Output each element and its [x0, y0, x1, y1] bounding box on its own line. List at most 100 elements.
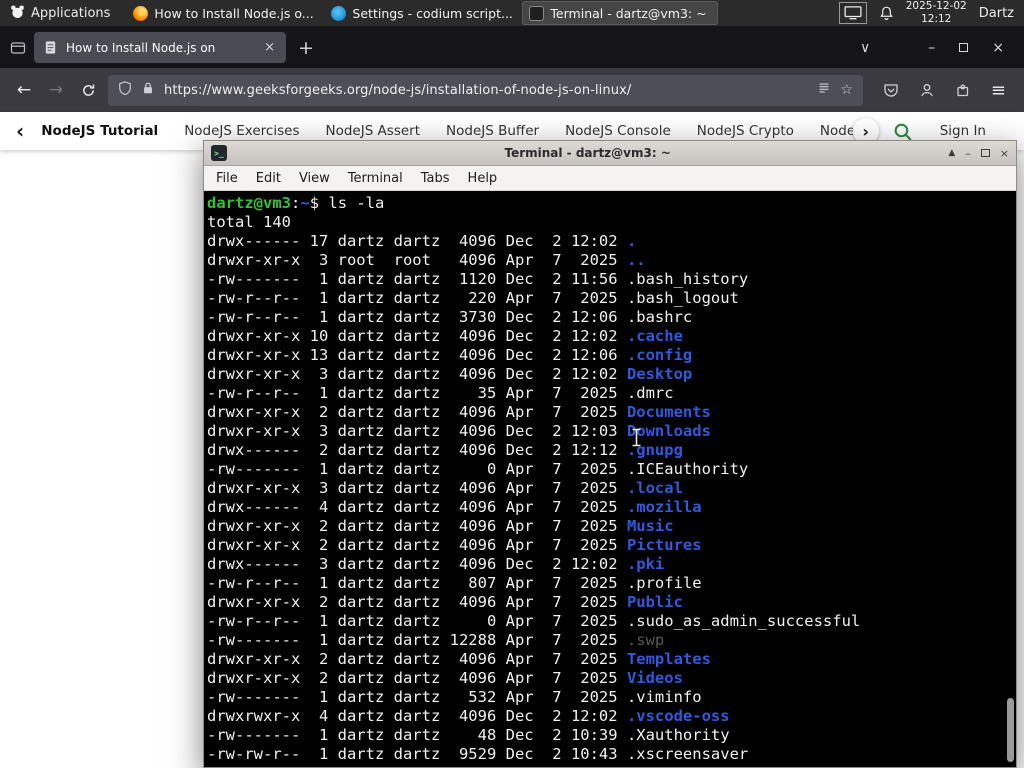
- terminal-text-segment: drwxr-xr-x 2 dartz dartz 4096 Apr 7 2025: [207, 650, 627, 668]
- url-bar[interactable]: https://www.geeksforgeeks.org/node-js/in…: [108, 74, 863, 106]
- gfg-nav-item[interactable]: NodeJS Console: [552, 123, 684, 139]
- bookmark-star-icon[interactable]: ☆: [840, 82, 853, 98]
- terminal-text-segment: -rw-rw-r-- 1 dartz dartz 9529 Dec 2 10:4…: [207, 745, 627, 763]
- terminal-text-segment: :: [291, 194, 301, 212]
- tracking-protection-shield-icon[interactable]: [118, 81, 132, 99]
- terminal-text-segment: -rw-r--r-- 1 dartz dartz 35 Apr 7 2025: [207, 384, 627, 402]
- terminal-text-segment: $: [309, 194, 329, 212]
- terminal-text-segment: -rw------- 1 dartz dartz 1120 Dec 2 11:5…: [207, 270, 627, 288]
- terminal-window: >_ Terminal - dartz@vm3: ~ ▲ – × File Edi…: [203, 140, 1017, 768]
- terminal-line: drwxr-xr-x 2 dartz dartz 4096 Apr 7 2025…: [207, 669, 1002, 688]
- taskbar-button-label: How to Install Node.js o...: [154, 5, 314, 21]
- terminal-shade-button[interactable]: ▲: [948, 148, 955, 158]
- terminal-text-segment: ls -la: [328, 194, 385, 212]
- gfg-nav-item[interactable]: NodeJS DNS: [807, 123, 853, 139]
- browser-maximize-button[interactable]: [947, 40, 980, 56]
- terminal-text-segment: .pki: [626, 555, 665, 573]
- terminal-line: drwxr-xr-x 13 dartz dartz 4096 Dec 2 12:…: [207, 346, 1002, 365]
- terminal-line: -rw-r--r-- 1 dartz dartz 807 Apr 7 2025 …: [207, 574, 1002, 593]
- gfg-scroll-left-chevron[interactable]: ‹: [12, 121, 28, 141]
- terminal-line: -rw-r--r-- 1 dartz dartz 3730 Dec 2 12:0…: [207, 308, 1002, 327]
- tab-favicon: [43, 40, 58, 55]
- terminal-menu-item[interactable]: File: [207, 168, 247, 189]
- terminal-text-segment: -rw-r--r-- 1 dartz dartz 0 Apr 7 2025: [207, 612, 627, 630]
- terminal-text-segment: drwxr-xr-x 3 root root 4096 Apr 7 2025: [207, 251, 627, 269]
- terminal-menu-item[interactable]: Edit: [247, 168, 290, 189]
- terminal-text-segment: .bash_logout: [626, 289, 739, 307]
- list-all-tabs-button[interactable]: ∨: [848, 40, 882, 56]
- hamburger-menu-icon[interactable]: ≡: [981, 80, 1016, 101]
- terminal-text-segment: drwxr-xr-x 13 dartz dartz 4096 Dec 2 12:…: [207, 346, 627, 364]
- browser-tab-bar: How to Install Node.js on × + ∨ – ×: [0, 27, 1024, 68]
- terminal-close-button[interactable]: ×: [1000, 148, 1009, 159]
- panel-clock[interactable]: 2025-12-02 12:12: [906, 0, 967, 26]
- terminal-menu-item[interactable]: Tabs: [412, 168, 459, 189]
- gfg-search-icon[interactable]: [893, 122, 912, 141]
- terminal-menu-item[interactable]: View: [290, 168, 339, 189]
- terminal-line: -rw------- 1 dartz dartz 1120 Dec 2 11:5…: [207, 270, 1002, 289]
- url-text[interactable]: https://www.geeksforgeeks.org/node-js/in…: [164, 83, 808, 98]
- notification-bell-icon[interactable]: [879, 5, 894, 21]
- terminal-menu-item[interactable]: Help: [459, 168, 507, 189]
- gfg-nav-items: NodeJS Tutorial NodeJS Exercises NodeJS As…: [28, 123, 852, 139]
- terminal-minimize-button[interactable]: –: [965, 148, 971, 159]
- terminal-text-segment: drwxr-xr-x 2 dartz dartz 4096 Apr 7 2025: [207, 593, 627, 611]
- reload-button[interactable]: [72, 75, 104, 105]
- taskbar-button-label: Terminal - dartz@vm3: ~: [550, 5, 707, 21]
- taskbar-button[interactable]: Settings - codium script...: [324, 1, 520, 25]
- new-tab-button[interactable]: +: [286, 37, 326, 59]
- gfg-nav-item[interactable]: NodeJS Exercises: [171, 123, 312, 139]
- terminal-text-segment: drwxr-xr-x 2 dartz dartz 4096 Apr 7 2025: [207, 536, 627, 554]
- clock-date: 2025-12-02: [905, 0, 967, 12]
- browser-tab[interactable]: How to Install Node.js on ×: [34, 32, 286, 63]
- terminal-text-segment: Pictures: [626, 536, 702, 554]
- terminal-text-segment: -rw------- 1 dartz dartz 0 Apr 7 2025: [207, 460, 627, 478]
- gfg-nav-item[interactable]: NodeJS Crypto: [684, 123, 807, 139]
- tab-close-button[interactable]: ×: [262, 40, 277, 55]
- terminal-line: drwxr-xr-x 3 dartz dartz 4096 Apr 7 2025…: [207, 479, 1002, 498]
- pocket-icon[interactable]: [873, 82, 909, 98]
- browser-close-button[interactable]: ×: [980, 40, 1016, 56]
- terminal-text-segment: .bashrc: [626, 308, 693, 326]
- site-security-lock-icon[interactable]: [141, 81, 155, 99]
- panel-user-label[interactable]: Dartz: [979, 6, 1014, 21]
- taskbar-button[interactable]: Terminal - dartz@vm3: ~: [522, 1, 719, 25]
- gfg-nav-item[interactable]: NodeJS Tutorial: [28, 123, 171, 139]
- firefox-view-icon[interactable]: [10, 40, 26, 56]
- clock-time: 12:12: [921, 13, 952, 25]
- applications-label: Applications: [31, 5, 111, 21]
- reader-view-icon[interactable]: [817, 81, 831, 99]
- terminal-body[interactable]: dartz@vm3:~$ ls -la total 140 drwx------ 1…: [204, 191, 1016, 767]
- terminal-titlebar[interactable]: >_ Terminal - dartz@vm3: ~ ▲ – ×: [204, 141, 1016, 166]
- terminal-text-segment: drwxr-xr-x 3 dartz dartz 4096 Apr 7 2025: [207, 479, 627, 497]
- terminal-text-segment: .ICEauthority: [626, 460, 749, 478]
- gfg-nav-item[interactable]: NodeJS Assert: [312, 123, 433, 139]
- terminal-maximize-button[interactable]: [980, 148, 990, 159]
- terminal-line: -rw-rw-r-- 1 dartz dartz 9529 Dec 2 10:4…: [207, 745, 1002, 764]
- terminal-menu-item[interactable]: Terminal: [339, 168, 412, 189]
- account-icon[interactable]: [909, 82, 945, 98]
- terminal-text-segment: .sudo_as_admin_successful: [626, 612, 861, 630]
- terminal-text-segment: .xscreensaver: [626, 745, 749, 763]
- display-tray-icon[interactable]: [838, 2, 867, 24]
- taskbar-button[interactable]: How to Install Node.js o...: [126, 1, 322, 25]
- gfg-sign-in-link[interactable]: Sign In: [940, 123, 986, 139]
- browser-window-controls: ∨ – ×: [848, 40, 1016, 56]
- panel-tray: 2025-12-02 12:12 Dartz: [838, 0, 1024, 26]
- extensions-icon[interactable]: [945, 82, 981, 98]
- maximize-icon: [980, 148, 990, 157]
- terminal-scrollbar[interactable]: [1006, 193, 1015, 765]
- forward-button[interactable]: →: [40, 75, 72, 105]
- terminal-text-segment: Desktop: [626, 365, 693, 383]
- terminal-text-segment: -rw------- 1 dartz dartz 532 Apr 7 2025: [207, 688, 627, 706]
- window-tasklist: How to Install Node.js o... Settings - co…: [126, 0, 720, 26]
- terminal-line: -rw------- 1 dartz dartz 0 Apr 7 2025 .I…: [207, 460, 1002, 479]
- applications-menu-button[interactable]: Applications: [0, 0, 120, 26]
- terminal-text-segment: .gnupg: [626, 441, 683, 459]
- gfg-nav-item[interactable]: NodeJS Buffer: [433, 123, 552, 139]
- terminal-text-segment: -rw-r--r-- 1 dartz dartz 220 Apr 7 2025: [207, 289, 627, 307]
- terminal-scrollbar-thumb[interactable]: [1007, 698, 1014, 762]
- browser-minimize-button[interactable]: –: [916, 40, 947, 56]
- back-button[interactable]: ←: [8, 75, 40, 105]
- terminal-text-segment: .swp: [626, 631, 665, 649]
